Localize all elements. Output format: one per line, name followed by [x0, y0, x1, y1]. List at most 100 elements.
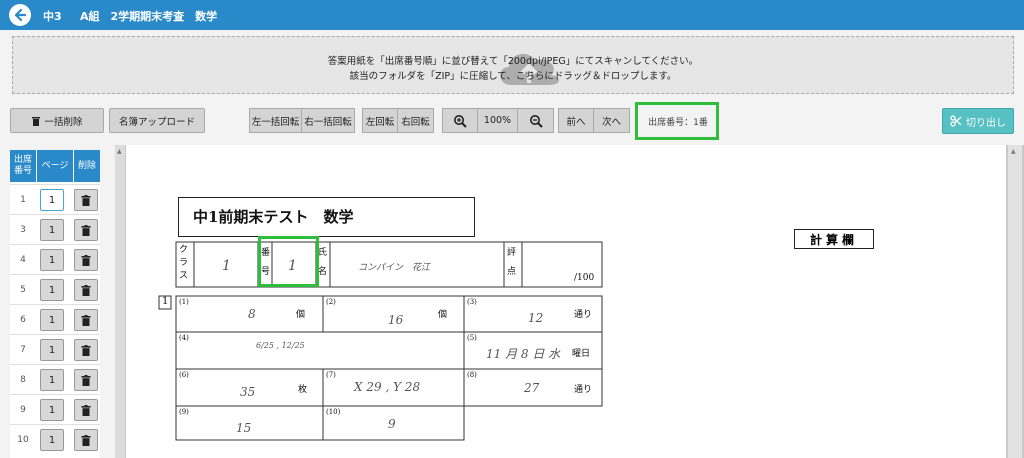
- col-header-delete: 削除: [74, 150, 100, 182]
- zoom-in-button[interactable]: [442, 108, 478, 133]
- question-number: (1): [179, 298, 189, 306]
- zoom-level: 100%: [478, 108, 518, 133]
- answer-unit: 個: [438, 310, 448, 320]
- rotate-right-label: 右回転: [401, 116, 430, 128]
- table-row: 91: [10, 394, 100, 424]
- page-select-button[interactable]: 1: [40, 369, 64, 391]
- trash-icon: [81, 344, 91, 356]
- back-button[interactable]: [9, 4, 31, 26]
- handwritten-answer: 27: [524, 381, 540, 395]
- seat-number-highlight: [635, 102, 719, 140]
- section-number: 1: [162, 296, 169, 307]
- page-select-button[interactable]: 1: [40, 249, 64, 271]
- question-number: (5): [467, 334, 477, 342]
- table-row: 81: [10, 364, 100, 394]
- bulk-delete-button[interactable]: 一括削除: [10, 108, 104, 133]
- rotate-left-all-label: 左一括回転: [251, 116, 300, 128]
- handwritten-answer: 11 月 8 日 水: [486, 347, 561, 361]
- cloud-upload-icon: [500, 53, 560, 85]
- question-number: (9): [179, 408, 189, 416]
- handwritten-answer: X 29 , Y 28: [354, 380, 421, 394]
- viewer-left-scrollbar[interactable]: ▲: [115, 145, 125, 458]
- class-label: ク ラ ス: [179, 245, 189, 281]
- cut-out-label: 切り出し: [966, 117, 1006, 129]
- roster-upload-label: 名簿アップロード: [118, 116, 195, 128]
- question-number: (4): [179, 334, 189, 342]
- score-label: 評 点: [507, 248, 517, 277]
- app-header: 中3 A組 2学期期末考査 数学: [0, 0, 1024, 30]
- zoom-in-icon: [454, 114, 467, 128]
- viewer-right-scrollbar[interactable]: ▲: [1008, 145, 1022, 458]
- dropzone-instruction-2: 該当のフォルダを「ZIP」に圧縮して、こちらにドラッグ＆ドロップします。: [349, 71, 677, 82]
- seat-number-cell: 3: [20, 225, 26, 235]
- arrow-left-icon: [14, 8, 27, 22]
- delete-row-button[interactable]: [74, 219, 98, 241]
- col-header-page: ページ: [37, 150, 73, 182]
- page-select-button[interactable]: 1: [40, 279, 64, 301]
- question-number: (7): [326, 371, 336, 379]
- page-nav-group: 前へ 次へ: [558, 108, 630, 133]
- rotate-left-button[interactable]: 左回転: [362, 108, 398, 133]
- question-number: (10): [326, 408, 341, 416]
- answer-unit: 曜日: [572, 349, 591, 359]
- seat-number-cell: 6: [20, 315, 26, 325]
- rotate-left-all-button[interactable]: 左一括回転: [249, 108, 302, 133]
- delete-row-button[interactable]: [74, 249, 98, 271]
- delete-row-button[interactable]: [74, 369, 98, 391]
- trash-icon: [81, 224, 91, 236]
- grade-label: 中3: [43, 10, 62, 23]
- bulk-delete-label: 一括削除: [44, 116, 83, 128]
- page-select-button[interactable]: 1: [40, 339, 64, 361]
- zoom-level-value: 100%: [483, 115, 512, 126]
- score-total-label: /100: [574, 273, 595, 283]
- handwritten-answer: 9: [388, 417, 396, 431]
- answer-unit: 通り: [574, 385, 593, 395]
- seat-number-cell: 1: [20, 195, 26, 205]
- trash-icon: [81, 314, 91, 326]
- prev-button[interactable]: 前へ: [558, 108, 594, 133]
- table-row: 51: [10, 274, 100, 304]
- seat-number-cell: 8: [20, 375, 26, 385]
- bulk-rotate-group: 左一括回転 右一括回転: [249, 108, 355, 133]
- page-select-button[interactable]: 1: [40, 189, 64, 211]
- question-number: (2): [326, 298, 336, 306]
- handwritten-answer: 35: [240, 385, 256, 399]
- delete-row-button[interactable]: [74, 429, 98, 451]
- roster-upload-button[interactable]: 名簿アップロード: [109, 108, 205, 133]
- rotate-right-all-label: 右一括回転: [304, 116, 352, 128]
- seat-number-cell: 7: [20, 345, 26, 355]
- rotate-right-button[interactable]: 右回転: [398, 108, 434, 133]
- delete-row-button[interactable]: [74, 339, 98, 361]
- pages-table: 出席 番号 ページ 削除 1 1 3 1 4 1 5 1 6 1 7 1 8 1 9 1 10 1: [10, 150, 100, 458]
- page-select-button[interactable]: 1: [40, 309, 64, 331]
- handwritten-name: コンパイン 花江: [358, 263, 431, 273]
- page-select-button[interactable]: 1: [40, 429, 64, 451]
- col-header-seat: 出席 番号: [10, 150, 36, 182]
- delete-row-button[interactable]: [74, 189, 98, 211]
- upload-dropzone[interactable]: 答案用紙を「出席番号順」に並び替えて「200dpi/JPEG」にてスキャンしてく…: [12, 36, 1014, 94]
- scroll-up-icon: ▲: [117, 148, 122, 155]
- next-button[interactable]: 次へ: [594, 108, 630, 133]
- delete-row-button[interactable]: [74, 279, 98, 301]
- cut-out-button[interactable]: 切り出し: [942, 108, 1014, 134]
- zoom-out-button[interactable]: [518, 108, 554, 133]
- handwritten-answer: 16: [388, 313, 404, 327]
- delete-row-button[interactable]: [74, 309, 98, 331]
- rotate-left-label: 左回転: [365, 116, 395, 128]
- zoom-group: 100%: [442, 108, 554, 133]
- answer-unit: 通り: [574, 310, 593, 320]
- page-select-button[interactable]: 1: [40, 399, 64, 421]
- table-row: 10 1: [10, 424, 100, 454]
- table-row: 71: [10, 334, 100, 364]
- page-select-button[interactable]: 1: [40, 219, 64, 241]
- table-row: 11: [10, 184, 100, 214]
- delete-row-button[interactable]: [74, 399, 98, 421]
- zoom-out-icon: [529, 114, 543, 128]
- question-number: (6): [179, 371, 189, 379]
- scan-viewer[interactable]: ▲ 中1前期末テスト 数学 計算欄 ク ラ ス 番 号 氏 名 評 点 /100…: [115, 145, 1024, 458]
- number-field-highlight: [258, 236, 319, 287]
- rotate-right-all-button[interactable]: 右一括回転: [302, 108, 355, 133]
- answer-grid: [158, 241, 603, 441]
- scissors-icon: [950, 115, 962, 127]
- seat-number-cell: 4: [20, 255, 26, 265]
